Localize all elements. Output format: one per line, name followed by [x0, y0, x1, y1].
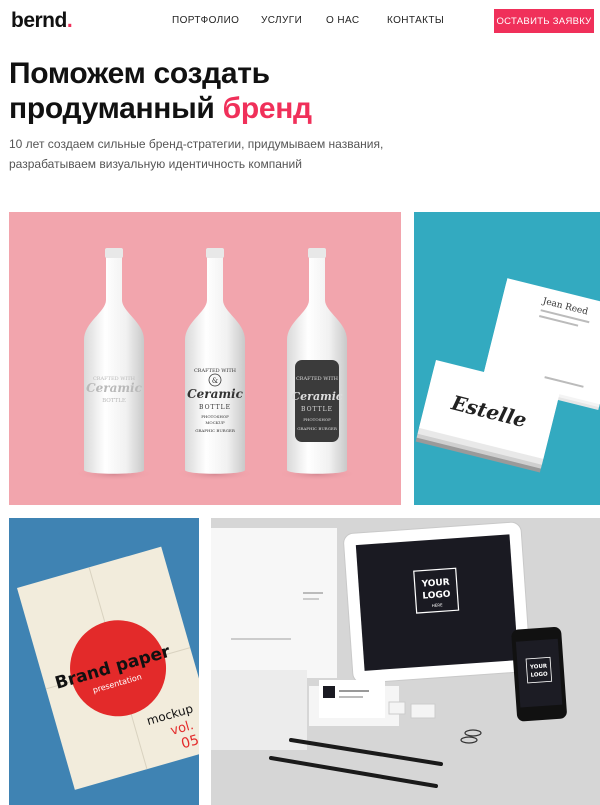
hero-title-line2: продуманный [9, 92, 223, 125]
bottle-1: CRAFTED WITH Ceramic BOTTLE [74, 248, 154, 481]
bottle-2-label-line1: CRAFTED WITH [194, 368, 237, 374]
tablet-your-text: YOUR [420, 578, 450, 590]
bottle-1-label-product: BOTTLE [102, 398, 126, 404]
bottle-2-label-sub2: MOCKUP [205, 420, 225, 425]
bottle-3: CRAFTED WITH Ceramic BOTTLE PHOTOSHOP GR… [277, 248, 357, 481]
business-cards-image: Jean Reed Estelle [415, 278, 600, 473]
hero-title-accent: бренд [222, 92, 313, 125]
hero-lead: 10 лет создаем сильные бренд-стратегии, … [9, 134, 449, 174]
site-header: bernd. ПОРТФОЛИО УСЛУГИ О НАС КОНТАКТЫ О… [0, 0, 600, 42]
bottle-3-label-line1: CRAFTED WITH [296, 376, 339, 382]
bottle-3-label-sub3: GRAPHIC BURGER [297, 426, 338, 431]
bottle-2-label-brand: Ceramic [187, 387, 244, 401]
logo-dot: . [66, 9, 73, 32]
hero-title-line1: Поможем создать [9, 57, 270, 90]
logo-text: bernd [11, 9, 67, 32]
hero-lead-line2: разрабатываем визуальную идентичность ко… [9, 157, 302, 171]
bottle-2-label-product: BOTTLE [199, 404, 231, 411]
bottle-2-label-amp: & [212, 377, 218, 385]
bottle-3-label-product: BOTTLE [301, 406, 333, 413]
nav-item-about[interactable]: О НАС [326, 15, 359, 26]
hero-title: Поможем создать продуманный бренд [9, 56, 312, 126]
bottle-2-label-sub3: GRAPHIC BURGER [195, 428, 236, 433]
portfolio-tile-ceramic-bottles[interactable]: CRAFTED WITH Ceramic BOTTLE CRAFTED WITH… [9, 212, 401, 505]
bottles-image: CRAFTED WITH Ceramic BOTTLE CRAFTED WITH… [74, 248, 357, 481]
bottle-2-label-sub1: PHOTOSHOP [201, 414, 229, 419]
stationery-image: YOUR LOGO HERE YOUR LOGO [211, 521, 567, 788]
nav-item-services[interactable]: УСЛУГИ [261, 15, 302, 26]
brand-paper-image: Brand paper presentation mockup vol. 05 [17, 546, 199, 790]
bottle-3-label-sub1: PHOTOSHOP [303, 417, 331, 422]
bottle-1-label-brand: Ceramic [86, 381, 143, 395]
request-button[interactable]: ОСТАВИТЬ ЗАЯВКУ [494, 9, 594, 33]
portfolio-tile-business-cards[interactable]: Jean Reed Estelle [414, 212, 600, 505]
portfolio-tile-stationery[interactable]: YOUR LOGO HERE YOUR LOGO [211, 518, 600, 805]
nav-item-portfolio[interactable]: ПОРТФОЛИО [172, 15, 239, 26]
tablet-logo-text: LOGO [422, 590, 451, 602]
phone-logo-text: LOGO [530, 672, 548, 679]
hero-lead-line1: 10 лет создаем сильные бренд-стратегии, … [9, 137, 384, 151]
bottle-2: CRAFTED WITH & Ceramic BOTTLE PHOTOSHOP … [175, 248, 255, 481]
tablet-here-text: HERE [432, 602, 444, 608]
bottle-3-label-brand: Ceramic [291, 390, 342, 403]
portfolio-tile-brand-paper[interactable]: Brand paper presentation mockup vol. 05 [9, 518, 199, 805]
nav-item-contacts[interactable]: КОНТАКТЫ [387, 15, 444, 26]
logo[interactable]: bernd. [11, 9, 73, 33]
